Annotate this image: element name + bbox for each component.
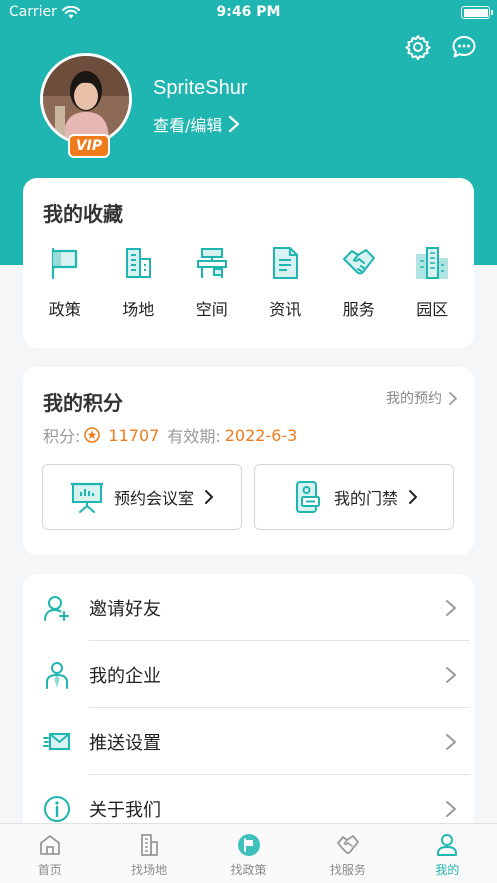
menu-item-label: 关于我们 xyxy=(89,799,161,821)
city-icon xyxy=(416,247,449,279)
chevron-right-icon xyxy=(229,115,240,133)
access-card-icon xyxy=(295,481,320,513)
send-mail-icon xyxy=(43,732,70,750)
favorite-space[interactable]: 空间 xyxy=(179,245,245,320)
add-user-icon xyxy=(44,595,69,621)
points-value: 11707 xyxy=(108,425,160,445)
home-icon xyxy=(39,835,60,855)
coin-icon xyxy=(84,427,101,443)
tab-bar: 首页 找场地 找政策 找服务 我的 xyxy=(0,823,497,883)
flag-icon xyxy=(237,834,260,856)
favorites-title: 我的收藏 xyxy=(43,202,123,226)
chevron-right-icon xyxy=(446,733,456,750)
access-button-label: 我的门禁 xyxy=(333,489,398,508)
tab-find-policy[interactable]: 找政策 xyxy=(199,824,298,883)
menu-item-invite-friends[interactable]: 邀请好友 xyxy=(23,574,474,641)
meeting-button-label: 预约会议室 xyxy=(113,489,194,508)
handshake-icon xyxy=(337,835,359,854)
favorites-grid: 政策 场地 空间 资讯 服务 园区 xyxy=(23,245,474,320)
favorite-label: 空间 xyxy=(195,300,228,319)
person-icon xyxy=(437,834,458,856)
tab-home[interactable]: 首页 xyxy=(0,824,99,883)
my-booking-label: 我的预约 xyxy=(386,391,442,407)
favorites-card: 我的收藏 政策 场地 空间 资讯 服务 园区 xyxy=(23,178,474,348)
menu-item-label: 邀请好友 xyxy=(89,598,161,620)
menu-item-my-company[interactable]: 我的企业 xyxy=(23,641,474,708)
favorite-venue[interactable]: 场地 xyxy=(105,245,171,320)
clock: 9:46 PM xyxy=(216,4,281,20)
flag-icon xyxy=(51,247,77,280)
my-booking-link[interactable]: 我的预约 xyxy=(386,388,458,408)
tab-find-venue[interactable]: 找场地 xyxy=(99,824,198,883)
points-info: 积分: 11707 有效期: 2022-6-3 xyxy=(43,423,297,447)
avatar[interactable] xyxy=(40,53,132,145)
tab-label: 找政策 xyxy=(230,863,267,877)
my-access-control-button[interactable]: 我的门禁 xyxy=(254,464,454,530)
building-icon xyxy=(141,834,159,856)
battery-icon xyxy=(461,6,493,19)
business-person-icon xyxy=(46,661,68,689)
favorite-service[interactable]: 服务 xyxy=(326,245,392,320)
tab-label: 首页 xyxy=(37,863,62,877)
message-icon[interactable] xyxy=(451,34,477,60)
chevron-right-icon xyxy=(446,599,456,616)
chevron-right-icon xyxy=(446,800,456,817)
menu-item-label: 我的企业 xyxy=(89,665,161,687)
menu-item-push-settings[interactable]: 推送设置 xyxy=(23,708,474,775)
menu-list: 邀请好友 我的企业 推送设置 关于我们 xyxy=(23,574,474,834)
favorite-label: 资讯 xyxy=(269,300,302,319)
vip-badge: VIP xyxy=(68,134,110,158)
tab-label: 找服务 xyxy=(329,863,366,877)
building-icon xyxy=(126,248,152,278)
chevron-right-icon xyxy=(205,490,213,504)
view-edit-profile-link[interactable]: 查看/编辑 xyxy=(153,112,240,136)
status-bar: Carrier 9:46 PM xyxy=(0,0,497,26)
handshake-icon xyxy=(342,249,375,275)
tab-label: 找场地 xyxy=(131,863,168,877)
gear-icon[interactable] xyxy=(405,34,431,60)
favorite-news[interactable]: 资讯 xyxy=(252,245,318,320)
points-label: 积分: xyxy=(43,427,81,446)
tab-find-service[interactable]: 找服务 xyxy=(298,824,397,883)
favorite-label: 场地 xyxy=(122,300,155,319)
presentation-board-icon xyxy=(70,482,103,513)
chevron-right-icon xyxy=(409,490,417,504)
favorite-label: 政策 xyxy=(48,300,81,319)
info-icon xyxy=(44,795,70,822)
header-actions xyxy=(405,34,477,60)
edit-label: 查看/编辑 xyxy=(153,116,223,135)
tab-label: 我的 xyxy=(435,863,460,877)
document-icon xyxy=(273,247,299,279)
favorite-label: 服务 xyxy=(342,300,375,319)
book-meeting-room-button[interactable]: 预约会议室 xyxy=(42,464,242,530)
chevron-right-icon xyxy=(449,391,457,405)
menu-item-label: 推送设置 xyxy=(89,732,161,754)
points-title: 我的积分 xyxy=(43,391,123,415)
validity-date: 2022-6-3 xyxy=(224,425,298,445)
favorite-park[interactable]: 园区 xyxy=(399,245,465,320)
desk-icon xyxy=(196,248,227,278)
favorite-policy[interactable]: 政策 xyxy=(32,245,98,320)
favorite-label: 园区 xyxy=(416,300,449,319)
points-card: 我的积分 我的预约 积分: 11707 有效期: 2022-6-3 预约会议室 … xyxy=(23,367,474,555)
username: SpriteShur xyxy=(153,77,248,99)
tab-mine[interactable]: 我的 xyxy=(398,824,497,883)
chevron-right-icon xyxy=(446,666,456,683)
validity-label: 有效期: xyxy=(167,427,221,446)
